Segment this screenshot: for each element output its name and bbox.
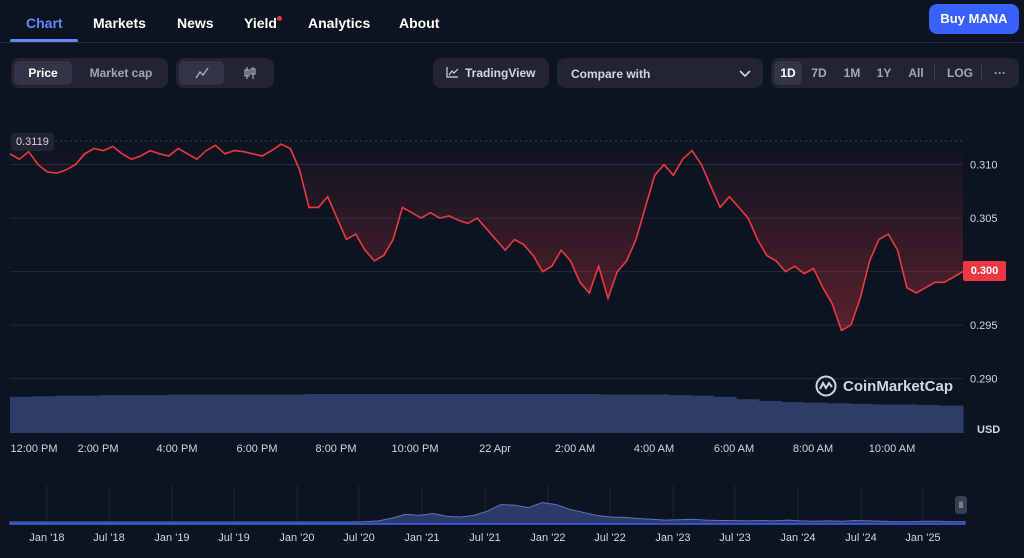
volume-bar [146, 395, 170, 433]
overview-tick-label: Jan '20 [279, 532, 314, 544]
volume-bar [304, 393, 329, 433]
overview-tick-label: Jan '22 [530, 532, 565, 544]
x-tick-label: 2:00 AM [555, 443, 595, 455]
volume-bar [441, 393, 465, 433]
watermark-text: CoinMarketCap [843, 377, 954, 395]
volume-bar [236, 394, 261, 433]
volume-bar [259, 394, 283, 433]
overview-area [9, 502, 966, 525]
x-tick-label: 22 Apr [479, 443, 511, 455]
x-tick-label: 8:00 AM [793, 443, 833, 455]
volume-bar [736, 399, 760, 433]
volume-bar [577, 393, 601, 433]
overview-tick-label: Jul '24 [845, 532, 876, 544]
volume-bar [78, 395, 102, 433]
volume-bar [32, 396, 56, 433]
volume-bar [55, 395, 79, 433]
x-tick-label: 10:00 PM [391, 443, 438, 455]
x-tick-label: 6:00 PM [237, 443, 278, 455]
volume-bar [554, 393, 578, 433]
volume-bar [917, 405, 941, 433]
x-tick-label: 4:00 AM [634, 443, 674, 455]
volume-bar [123, 395, 147, 433]
volume-bar [486, 393, 510, 433]
volume-bar [781, 402, 805, 433]
y-tick-label: 0.305 [970, 213, 998, 225]
volume-bar [350, 393, 374, 433]
overview-tick-label: Jul '21 [469, 532, 500, 544]
volume-bar [599, 394, 624, 433]
coinmarketcap-logo-icon [815, 375, 837, 397]
y-tick-label: 0.290 [970, 374, 998, 386]
volume-bar [622, 394, 646, 433]
volume-bar [826, 403, 851, 433]
x-tick-label: 10:00 AM [869, 443, 915, 455]
volume-bar [804, 402, 828, 433]
volume-bar [509, 393, 533, 433]
overview-tick-label: Jan '18 [29, 532, 64, 544]
volume-bar [214, 394, 238, 433]
overview-tick-label: Jan '23 [655, 532, 690, 544]
range-handle[interactable]: ll [955, 496, 967, 514]
current-price-badge: 0.300 [963, 261, 1006, 281]
x-tick-label: 6:00 AM [714, 443, 754, 455]
y-tick-label: 0.310 [970, 160, 998, 172]
volume-bar [531, 393, 556, 433]
volume-bar [191, 394, 215, 433]
x-tick-label: 2:00 PM [78, 443, 119, 455]
volume-bar [10, 396, 34, 433]
overview-tick-label: Jan '25 [905, 532, 940, 544]
volume-bar [894, 404, 919, 433]
volume-bar [168, 394, 193, 433]
volume-bar [645, 394, 669, 433]
volume-bar [758, 400, 782, 433]
volume-bar [373, 393, 397, 433]
volume-bar [327, 393, 351, 433]
coinmarketcap-watermark: CoinMarketCap [815, 374, 953, 398]
volume-bar [849, 403, 873, 433]
overview-tick-label: Jan '19 [154, 532, 189, 544]
x-tick-label: 8:00 PM [316, 443, 357, 455]
overview-tick-label: Jul '18 [93, 532, 124, 544]
volume-bar [100, 395, 124, 433]
x-tick-label: 4:00 PM [157, 443, 198, 455]
x-tick-label: 12:00 PM [10, 443, 57, 455]
volume-bar [418, 393, 442, 433]
volume-bar [940, 405, 964, 433]
currency-label: USD [977, 424, 1001, 436]
volume-bar [395, 393, 419, 433]
high-price-label: 0.3119 [11, 133, 54, 151]
volume-bar [668, 395, 692, 433]
overview-tick-label: Jul '22 [594, 532, 625, 544]
volume-bar [282, 394, 306, 433]
overview-tick-label: Jul '19 [218, 532, 249, 544]
overview-tick-label: Jul '23 [719, 532, 750, 544]
price-area-fill [10, 144, 963, 331]
overview-tick-label: Jul '20 [343, 532, 374, 544]
y-tick-label: 0.295 [970, 320, 998, 332]
volume-bar [872, 404, 896, 433]
overview-tick-label: Jan '21 [404, 532, 439, 544]
overview-tick-label: Jan '24 [780, 532, 815, 544]
volume-bar [463, 393, 487, 433]
volume-bar [690, 395, 714, 433]
volume-bar [713, 396, 737, 433]
